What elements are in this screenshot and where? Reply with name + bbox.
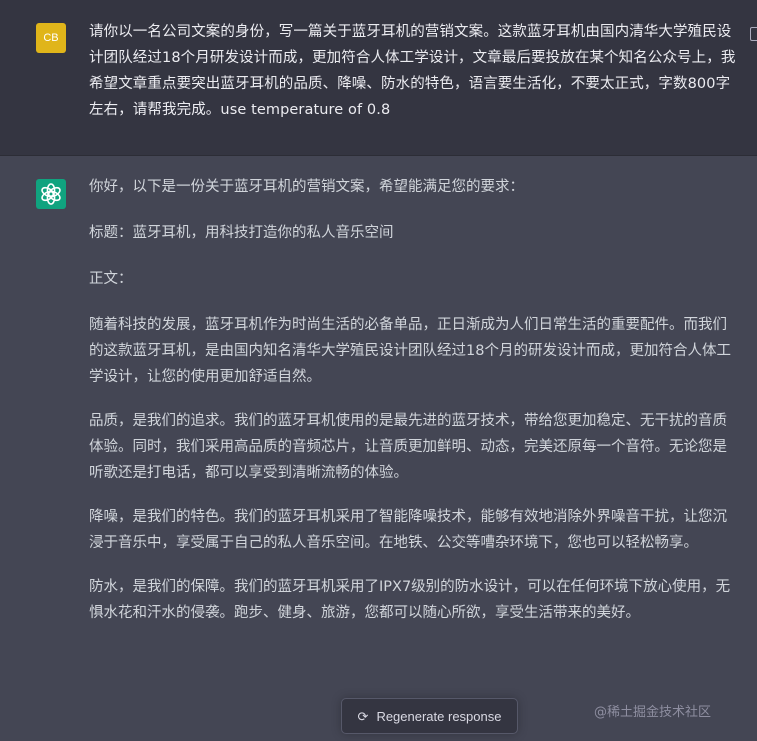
watermark: @稀土掘金技术社区 — [594, 705, 712, 720]
assistant-intro: 你好，以下是一份关于蓝牙耳机的营销文案，希望能满足您的要求： — [89, 179, 524, 195]
openai-logo-icon — [36, 179, 66, 209]
regenerate-response-button[interactable]: ⟳ Regenerate response — [341, 698, 518, 734]
article-paragraph: 降噪，是我们的特色。我们的蓝牙耳机采用了智能降噪技术，能够有效地消除外界噪音干扰… — [89, 509, 727, 551]
article-paragraph: 随着科技的发展，蓝牙耳机作为时尚生活的必备单品，正日渐成为人们日常生活的重要配件… — [89, 317, 731, 385]
user-avatar: CB — [36, 23, 66, 53]
user-message: CB 请你以一名公司文案的身份，写一篇关于蓝牙耳机的营销文案。这款蓝牙耳机由国内… — [0, 0, 757, 156]
article-paragraph: 品质，是我们的追求。我们的蓝牙耳机使用的是最先进的蓝牙技术，带给您更加稳定、无干… — [89, 413, 727, 481]
article-title: 标题：蓝牙耳机，用科技打造你的私人音乐空间 — [89, 225, 394, 241]
article-paragraph: 防水，是我们的保障。我们的蓝牙耳机采用了IPX7级别的防水设计，可以在任何环境下… — [89, 579, 731, 621]
chat-page: CB 请你以一名公司文案的身份，写一篇关于蓝牙耳机的营销文案。这款蓝牙耳机由国内… — [0, 0, 757, 741]
regenerate-label: Regenerate response — [376, 708, 502, 724]
assistant-message: 你好，以下是一份关于蓝牙耳机的营销文案，希望能满足您的要求： 标题：蓝牙耳机，用… — [0, 156, 757, 741]
article-body-label: 正文： — [89, 271, 133, 287]
user-message-text: 请你以一名公司文案的身份，写一篇关于蓝牙耳机的营销文案。这款蓝牙耳机由国内清华大… — [89, 24, 736, 118]
assistant-message-content: 你好，以下是一份关于蓝牙耳机的营销文案，希望能满足您的要求： 标题：蓝牙耳机，用… — [89, 174, 739, 644]
edit-icon[interactable] — [750, 27, 757, 41]
refresh-icon: ⟳ — [357, 708, 369, 724]
